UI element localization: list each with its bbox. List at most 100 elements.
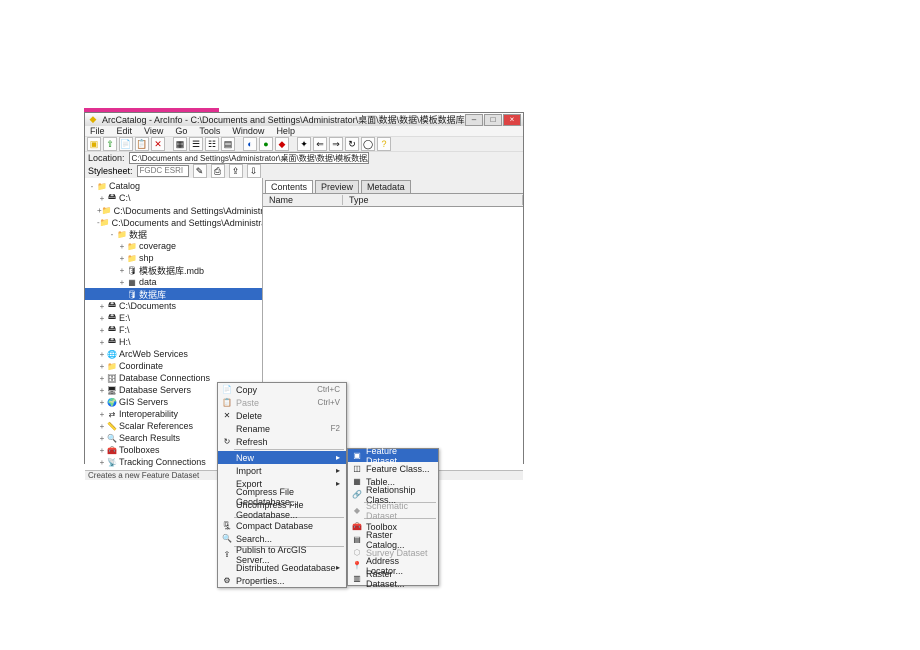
context-menu[interactable]: 📄CopyCtrl+C📋PasteCtrl+V✕DeleteRenameF2↻R…	[217, 382, 347, 588]
tree-item[interactable]: +📁coverage	[85, 240, 262, 252]
menu-item[interactable]: ◫Feature Class...	[348, 462, 438, 475]
location-input[interactable]: C:\Documents and Settings\Administrator\…	[129, 152, 369, 164]
style-export-icon[interactable]: ⇪	[229, 164, 243, 178]
tree-expand-icon[interactable]: +	[97, 314, 107, 323]
menu-item-label: Copy	[234, 385, 317, 395]
tool-identify-icon[interactable]: ◐	[243, 137, 257, 151]
menu-tools[interactable]: Tools	[196, 126, 223, 136]
tree-expand-icon[interactable]: +	[97, 374, 107, 383]
tree-expand-icon[interactable]: -	[87, 182, 97, 191]
menu-window[interactable]: Window	[229, 126, 267, 136]
menu-edit[interactable]: Edit	[114, 126, 136, 136]
tool-help-icon[interactable]: ?	[377, 137, 391, 151]
tree-expand-icon[interactable]: +	[97, 458, 107, 467]
tool-arcmap-icon[interactable]: ●	[259, 137, 273, 151]
menu-file[interactable]: File	[87, 126, 108, 136]
tree-expand-icon[interactable]: +	[97, 338, 107, 347]
tab-contents[interactable]: Contents	[265, 180, 313, 193]
tool-toolbox-icon[interactable]: ◆	[275, 137, 289, 151]
tool-largeicons-icon[interactable]: ▦	[173, 137, 187, 151]
tree-expand-icon[interactable]: +	[97, 386, 107, 395]
tree-item[interactable]: +📁shp	[85, 252, 262, 264]
maximize-button[interactable]: □	[484, 114, 502, 126]
tree-item[interactable]: +▦data	[85, 276, 262, 288]
tree-expand-icon[interactable]: +	[97, 446, 107, 455]
stylesheet-combo[interactable]: FGDC ESRI	[137, 165, 189, 177]
tree-expand-icon[interactable]: +	[97, 326, 107, 335]
tool-back-icon[interactable]: ⇐	[313, 137, 327, 151]
menu-item[interactable]: ⚙Properties...	[218, 574, 346, 587]
tree-item[interactable]: +📁Coordinate	[85, 360, 262, 372]
tool-copy-icon[interactable]: 📄	[119, 137, 133, 151]
tree-item[interactable]: -📁数据	[85, 228, 262, 240]
submenu-arrow-icon: ▸	[336, 453, 340, 462]
tool-details-icon[interactable]: ☷	[205, 137, 219, 151]
menu-item[interactable]: Uncompress File Geodatabase...	[218, 503, 346, 516]
menu-item[interactable]: ▤Raster Catalog...	[348, 533, 438, 546]
tree-item-label: C:\	[119, 193, 131, 203]
tool-list-icon[interactable]: ☰	[189, 137, 203, 151]
style-print-icon[interactable]: ⎙	[211, 164, 225, 178]
style-import-icon[interactable]: ⇩	[247, 164, 261, 178]
tree-expand-icon[interactable]: +	[97, 302, 107, 311]
col-name[interactable]: Name	[263, 195, 343, 205]
menu-go[interactable]: Go	[172, 126, 190, 136]
tool-thumb-icon[interactable]: ▤	[221, 137, 235, 151]
menu-item-label: Schematic Dataset	[364, 501, 432, 521]
menu-item[interactable]: 🔍Search...	[218, 532, 346, 545]
tree-expand-icon[interactable]: +	[117, 254, 127, 263]
folder-icon: 📁	[127, 253, 137, 263]
tool-delete-icon[interactable]: ✕	[151, 137, 165, 151]
menu-item[interactable]: ⇪Publish to ArcGIS Server...	[218, 548, 346, 561]
tree-item[interactable]: -📁C:\Documents and Settings\Administrato…	[85, 216, 262, 228]
menu-help[interactable]: Help	[273, 126, 298, 136]
menu-item[interactable]: 📄CopyCtrl+C	[218, 383, 346, 396]
tool-connect-icon[interactable]: ▣	[87, 137, 101, 151]
tab-preview[interactable]: Preview	[315, 180, 359, 193]
menu-item[interactable]: 🔗Relationship Class...	[348, 488, 438, 501]
tree-expand-icon[interactable]: +	[97, 422, 107, 431]
tree-item[interactable]: +🌐ArcWeb Services	[85, 348, 262, 360]
style-edit-icon[interactable]: ✎	[193, 164, 207, 178]
menu-item[interactable]: ▥Raster Dataset...	[348, 572, 438, 585]
menu-item[interactable]: 🗜Compact Database	[218, 519, 346, 532]
tool-launch-icon[interactable]: ◯	[361, 137, 375, 151]
menu-item[interactable]: Distributed Geodatabase▸	[218, 561, 346, 574]
tree-expand-icon[interactable]: +	[97, 362, 107, 371]
menu-item-label: Publish to ArcGIS Server...	[234, 545, 340, 565]
close-button[interactable]: ×	[503, 114, 521, 126]
tool-gps-icon[interactable]: ✦	[297, 137, 311, 151]
drive-icon: 🖴	[107, 313, 117, 323]
tree-item[interactable]: +🖴C:\	[85, 192, 262, 204]
tree-expand-icon[interactable]: +	[97, 434, 107, 443]
tab-metadata[interactable]: Metadata	[361, 180, 411, 193]
tool-paste-icon[interactable]: 📋	[135, 137, 149, 151]
tool-refresh-icon[interactable]: ↻	[345, 137, 359, 151]
tree-expand-icon[interactable]: +	[97, 398, 107, 407]
tree-expand-icon[interactable]: +	[97, 410, 107, 419]
tree-expand-icon[interactable]: +	[117, 242, 127, 251]
menu-item[interactable]: RenameF2	[218, 422, 346, 435]
menu-item[interactable]: New▸	[218, 451, 346, 464]
col-type[interactable]: Type	[343, 195, 523, 205]
menu-item[interactable]: Import▸	[218, 464, 346, 477]
raster-icon: ▤	[350, 534, 364, 546]
menu-item[interactable]: ↻Refresh	[218, 435, 346, 448]
tree-item[interactable]: +📁C:\Documents and Settings\Administrato…	[85, 204, 262, 216]
menu-view[interactable]: View	[141, 126, 166, 136]
tree-expand-icon[interactable]: +	[97, 350, 107, 359]
tree-item[interactable]: +🖴H:\	[85, 336, 262, 348]
tool-up-icon[interactable]: ⇧	[103, 137, 117, 151]
tree-expand-icon[interactable]: +	[117, 266, 127, 275]
tree-expand-icon[interactable]: +	[117, 278, 127, 287]
menu-item[interactable]: ✕Delete	[218, 409, 346, 422]
tree-expand-icon[interactable]: +	[97, 194, 107, 203]
minimize-button[interactable]: –	[465, 114, 483, 126]
folder-icon: 📁	[100, 217, 110, 227]
menu-item[interactable]: ▣Feature Dataset...	[348, 449, 438, 462]
menu-item-label: Delete	[234, 411, 340, 421]
tool-fwd-icon[interactable]: ⇒	[329, 137, 343, 151]
context-submenu-new[interactable]: ▣Feature Dataset...◫Feature Class...▦Tab…	[347, 448, 439, 586]
tree-expand-icon[interactable]: -	[107, 230, 117, 239]
tree-item[interactable]: +🛢模板数据库.mdb	[85, 264, 262, 276]
